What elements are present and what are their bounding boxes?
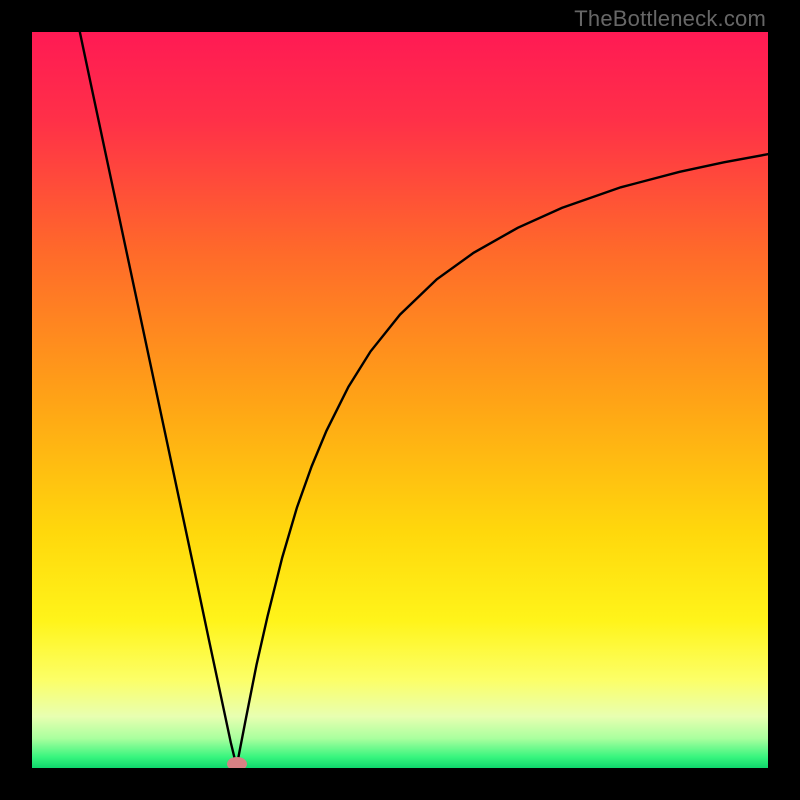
plot-area <box>32 32 768 768</box>
chart-frame: TheBottleneck.com <box>0 0 800 800</box>
watermark-text: TheBottleneck.com <box>574 6 766 32</box>
bottleneck-marker <box>227 757 247 768</box>
bottleneck-curve <box>32 32 768 768</box>
